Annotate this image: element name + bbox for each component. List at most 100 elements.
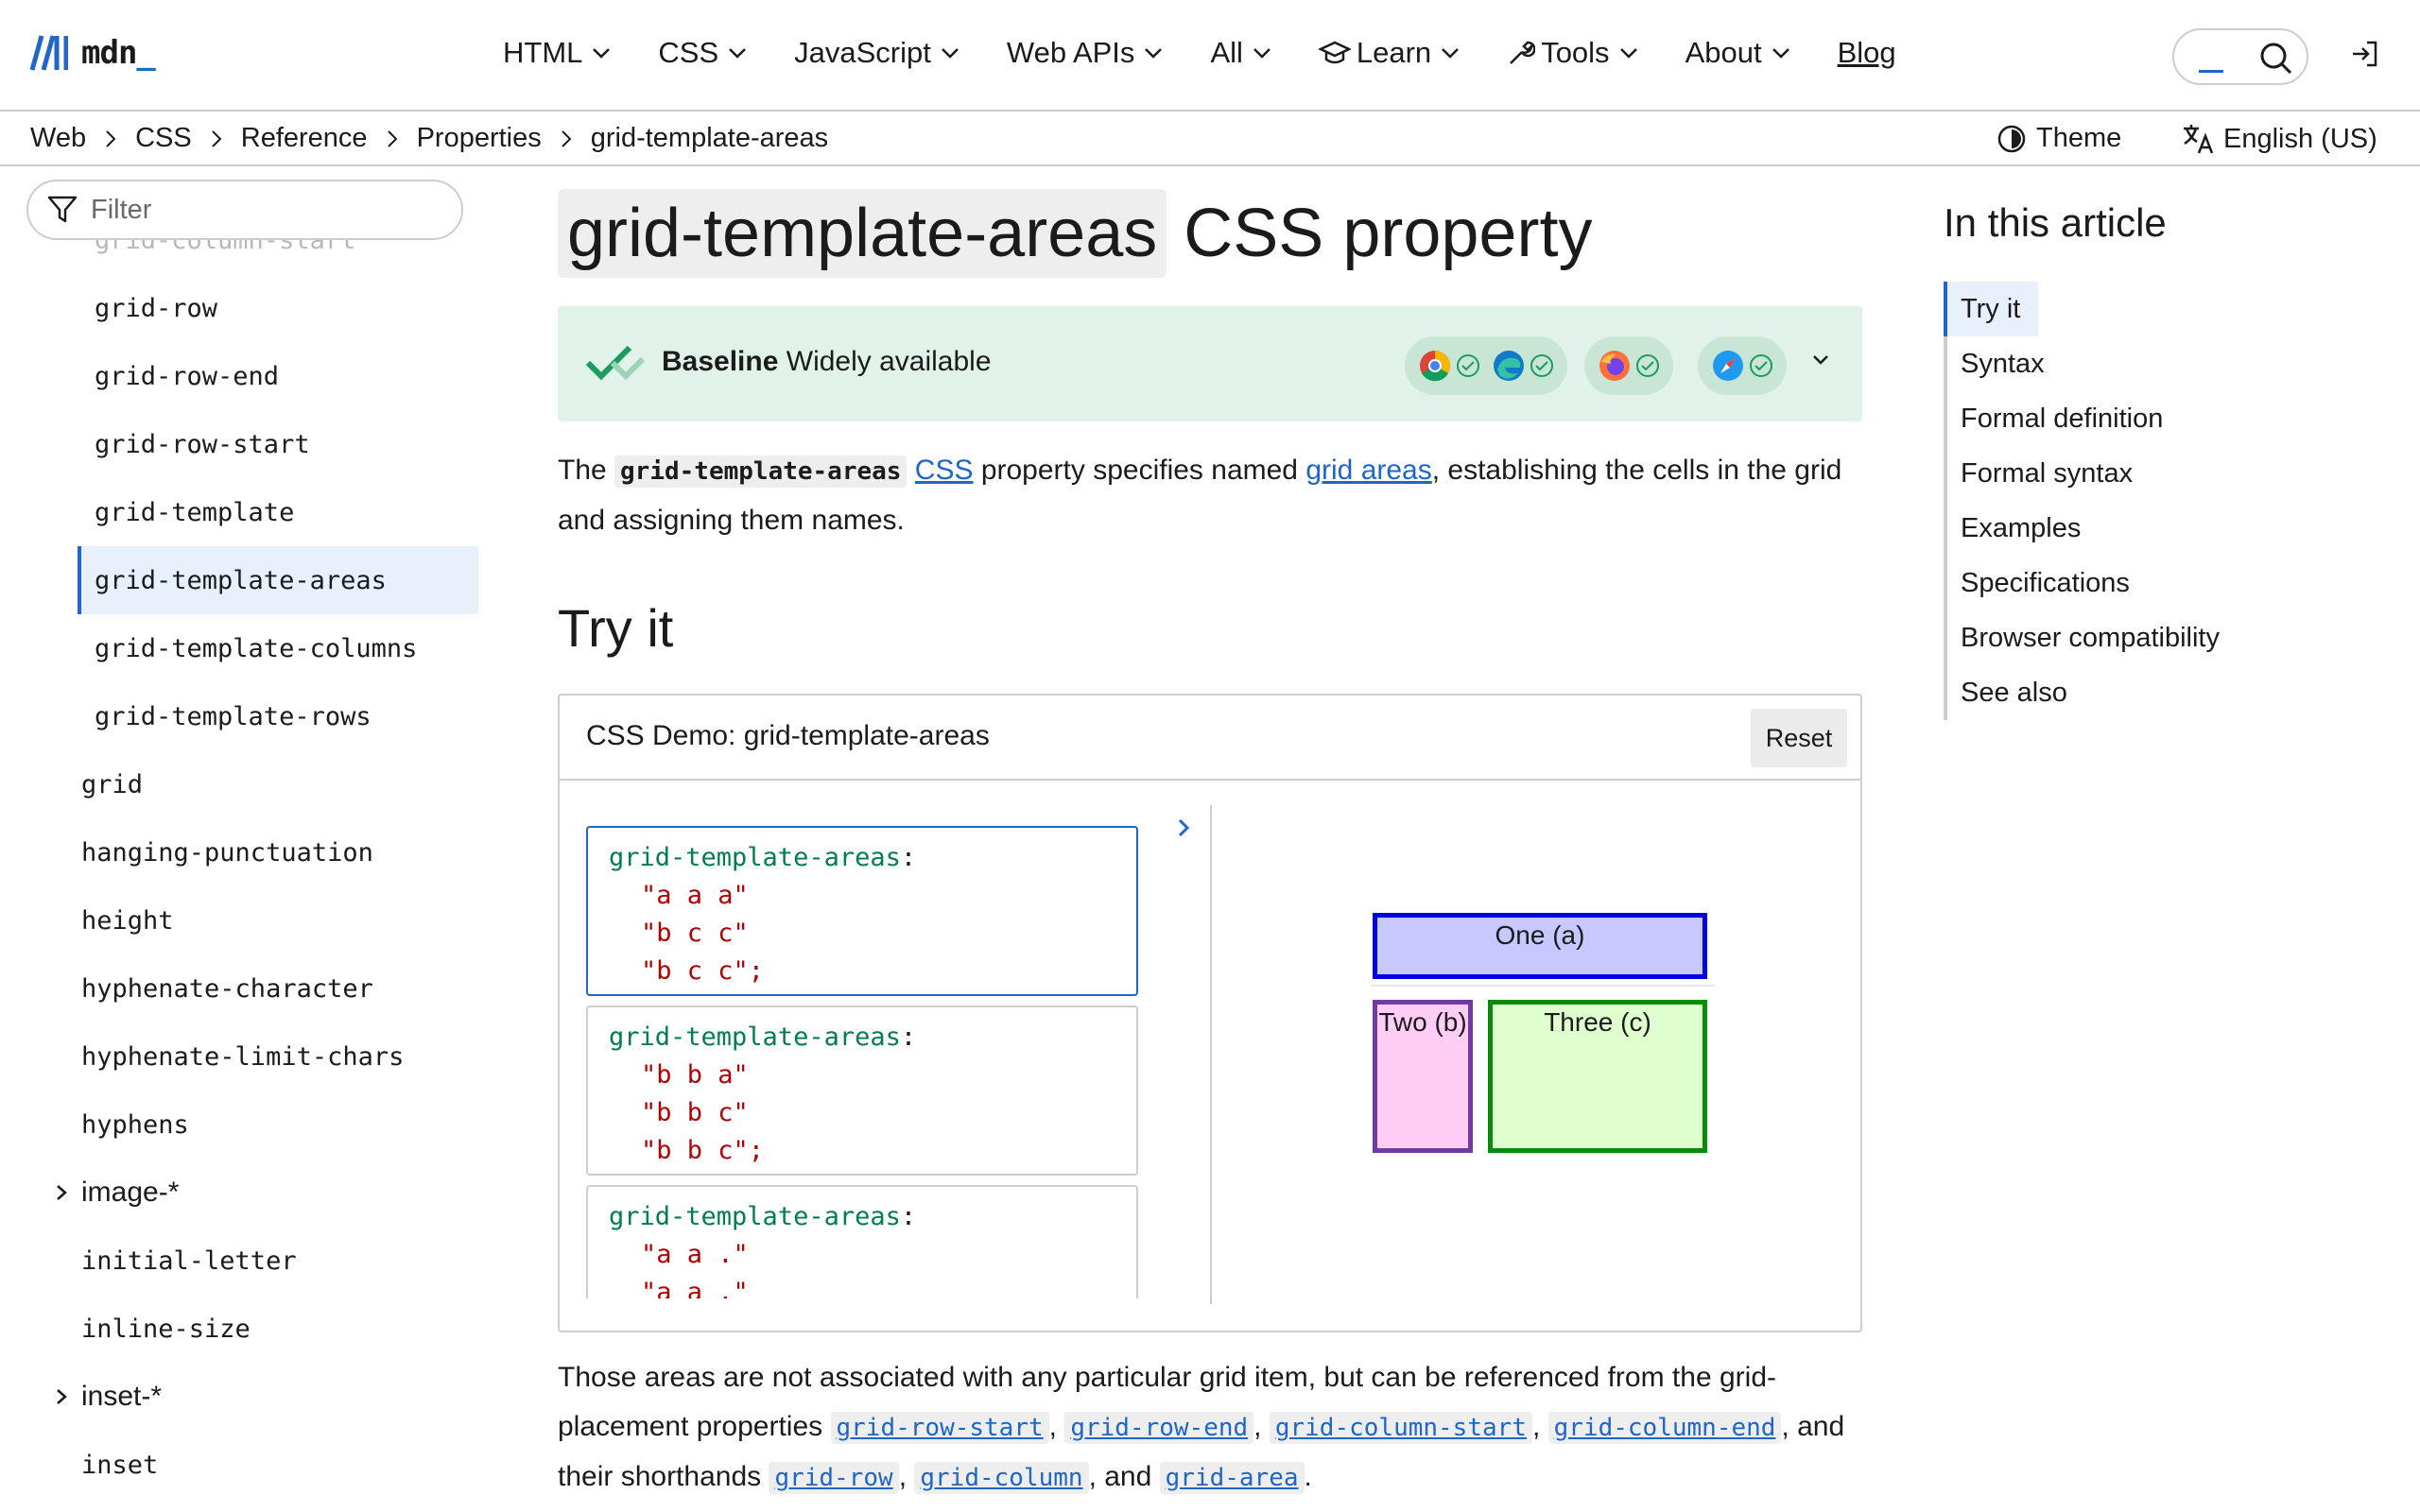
sidebar-item-initial-letter[interactable]: initial-letter	[0, 1227, 492, 1295]
toc-item-formal-definition[interactable]: Formal definition	[1947, 391, 2378, 446]
sidebar-item-label: hyphens	[81, 1109, 189, 1140]
intro-text: The	[558, 455, 615, 486]
demo-choice-1[interactable]: grid-template-areas: "a a a" "b c c" "b …	[586, 826, 1138, 996]
sidebar-item-grid-template-rows[interactable]: grid-template-rows	[0, 682, 492, 750]
sidebar-item-grid-template-columns[interactable]: grid-template-columns	[0, 614, 492, 682]
demo-choice-3[interactable]: grid-template-areas: "a a ." "a a ."	[586, 1185, 1138, 1298]
breadcrumb-web[interactable]: Web	[30, 123, 86, 154]
menu-html[interactable]: HTML	[503, 36, 611, 70]
toc-item-see-also[interactable]: See also	[1947, 665, 2378, 720]
demo-choice-2[interactable]: grid-template-areas: "b b a" "b b c" "b …	[586, 1005, 1138, 1176]
sidebar-item-hyphens[interactable]: hyphens	[0, 1091, 492, 1159]
toc-item-browser-compatibility[interactable]: Browser compatibility	[1947, 610, 2378, 665]
grid-column-end-link[interactable]: grid-column-end	[1547, 1412, 1782, 1444]
toc-list: Try it Syntax Formal definition Formal s…	[1944, 282, 2378, 720]
toc-item-examples[interactable]: Examples	[1947, 501, 2378, 556]
page-title: grid-template-areas CSS property	[558, 189, 1592, 278]
choice-line: "b b c";	[641, 1136, 765, 1165]
mdn-logo[interactable]: mdn_	[30, 34, 156, 72]
menu-learn[interactable]: Learn	[1318, 36, 1460, 70]
grid-row-link[interactable]: grid-row	[769, 1462, 899, 1494]
translate-icon	[2184, 125, 2214, 154]
search-button[interactable]	[2172, 28, 2308, 85]
menu-all[interactable]: All	[1210, 36, 1270, 70]
sidebar-item-label: grid-template-rows	[95, 701, 372, 731]
baseline-banner[interactable]: Baseline Widely available	[558, 306, 1862, 421]
css-link[interactable]: CSS	[915, 455, 974, 486]
sidebar-item-grid-row-end[interactable]: grid-row-end	[0, 342, 492, 410]
sidebar-item-grid-row[interactable]: grid-row	[0, 274, 492, 342]
sidebar-item-label: grid-row-end	[95, 361, 280, 391]
chevron-down-icon	[1619, 48, 1637, 59]
sidebar-item-label: grid-template-columns	[95, 633, 418, 663]
menu-label: HTML	[503, 36, 583, 69]
demo-header: CSS Demo: grid-template-areas Reset	[560, 696, 1860, 781]
theme-button[interactable]: Theme	[1996, 123, 2121, 154]
reset-button[interactable]: Reset	[1751, 709, 1847, 767]
sidebar-item-hanging-punctuation[interactable]: hanging-punctuation	[0, 818, 492, 886]
grid-column-start-link[interactable]: grid-column-start	[1269, 1412, 1532, 1444]
sidebar-item-height[interactable]: height	[0, 886, 492, 954]
sidebar-item-grid[interactable]: grid	[0, 750, 492, 818]
browser-chrome-edge-pill	[1405, 336, 1567, 395]
toc-item-specifications[interactable]: Specifications	[1947, 556, 2378, 610]
breadcrumb-reference[interactable]: Reference	[241, 123, 368, 154]
menu-web-apis[interactable]: Web APIs	[1007, 36, 1164, 70]
sidebar-item-grid-row-start[interactable]: grid-row-start	[0, 410, 492, 478]
sidebar-item-grid-template-areas[interactable]: grid-template-areas	[78, 546, 478, 614]
toc-item-try-it[interactable]: Try it	[1944, 282, 2038, 336]
sidebar-item-hyphenate-character[interactable]: hyphenate-character	[0, 954, 492, 1022]
sidebar-item-interactivity[interactable]: interactivity	[0, 1499, 492, 1512]
menu-javascript[interactable]: JavaScript	[794, 36, 959, 70]
menu-tools[interactable]: Tools	[1507, 36, 1637, 70]
grid-areas-link[interactable]: grid areas	[1305, 455, 1431, 486]
menu-about[interactable]: About	[1685, 36, 1790, 70]
mdn-m-icon	[30, 35, 68, 71]
menu-css[interactable]: CSS	[658, 36, 747, 70]
breadcrumb-css[interactable]: CSS	[135, 123, 192, 154]
output-box-b: Two (b)	[1373, 1000, 1473, 1153]
breadcrumb-properties[interactable]: Properties	[417, 123, 542, 154]
grid-row-end-link[interactable]: grid-row-end	[1064, 1412, 1254, 1444]
sidebar-item-grid-template[interactable]: grid-template	[0, 478, 492, 546]
sidebar-item-inset-group[interactable]: inset-*	[0, 1363, 492, 1431]
sidebar-item-image-group[interactable]: image-*	[0, 1159, 492, 1227]
sidebar-item-label: hanging-punctuation	[81, 837, 373, 868]
breadcrumb-current[interactable]: grid-template-areas	[591, 123, 828, 154]
toc-item-syntax[interactable]: Syntax	[1947, 336, 2378, 391]
sidebar-item-label: grid-template	[95, 497, 295, 527]
chevron-down-icon[interactable]	[1811, 353, 1830, 367]
chevron-right-icon	[1178, 818, 1190, 837]
sidebar-item-inset[interactable]: inset	[0, 1431, 492, 1499]
language-button[interactable]: English (US)	[2182, 123, 2377, 155]
menu-label: Learn	[1356, 36, 1432, 69]
intro-text: property specifies named	[973, 455, 1306, 486]
sidebar: grid-column-start Filter grid-row grid-r…	[0, 168, 492, 1512]
chevron-down-icon	[1253, 48, 1270, 59]
browser-firefox-pill	[1584, 336, 1673, 395]
menu-label: All	[1210, 36, 1243, 69]
check-icon	[1750, 354, 1772, 377]
sidebar-item-label: initial-letter	[81, 1246, 297, 1276]
menu-label: JavaScript	[794, 36, 931, 69]
menu-blog-link[interactable]: Blog	[1838, 36, 1896, 70]
chevron-down-icon	[1442, 48, 1460, 59]
grid-row-start-link[interactable]: grid-row-start	[830, 1412, 1049, 1444]
sidebar-filter-input[interactable]: Filter	[26, 180, 463, 240]
login-icon[interactable]	[2350, 40, 2378, 68]
filter-icon	[47, 196, 78, 223]
choice-line: "a a a"	[641, 881, 749, 910]
sidebar-item-hyphenate-limit-chars[interactable]: hyphenate-limit-chars	[0, 1022, 492, 1091]
try-it-heading: Try it	[558, 598, 674, 658]
grid-area-link[interactable]: grid-area	[1159, 1462, 1305, 1494]
output-box-a: One (a)	[1373, 913, 1707, 979]
language-label: English (US)	[2223, 123, 2377, 154]
sidebar-item-label: inset	[81, 1450, 159, 1480]
chevron-down-icon	[1772, 48, 1789, 59]
sidebar-item-inline-size[interactable]: inline-size	[0, 1295, 492, 1363]
logo-text: mdn_	[81, 34, 156, 72]
toc-item-formal-syntax[interactable]: Formal syntax	[1947, 446, 2378, 501]
demo-divider	[1210, 805, 1212, 1304]
grid-column-link[interactable]: grid-column	[914, 1462, 1089, 1494]
breadcrumb-bar: Web CSS Reference Properties grid-templa…	[0, 113, 2420, 166]
